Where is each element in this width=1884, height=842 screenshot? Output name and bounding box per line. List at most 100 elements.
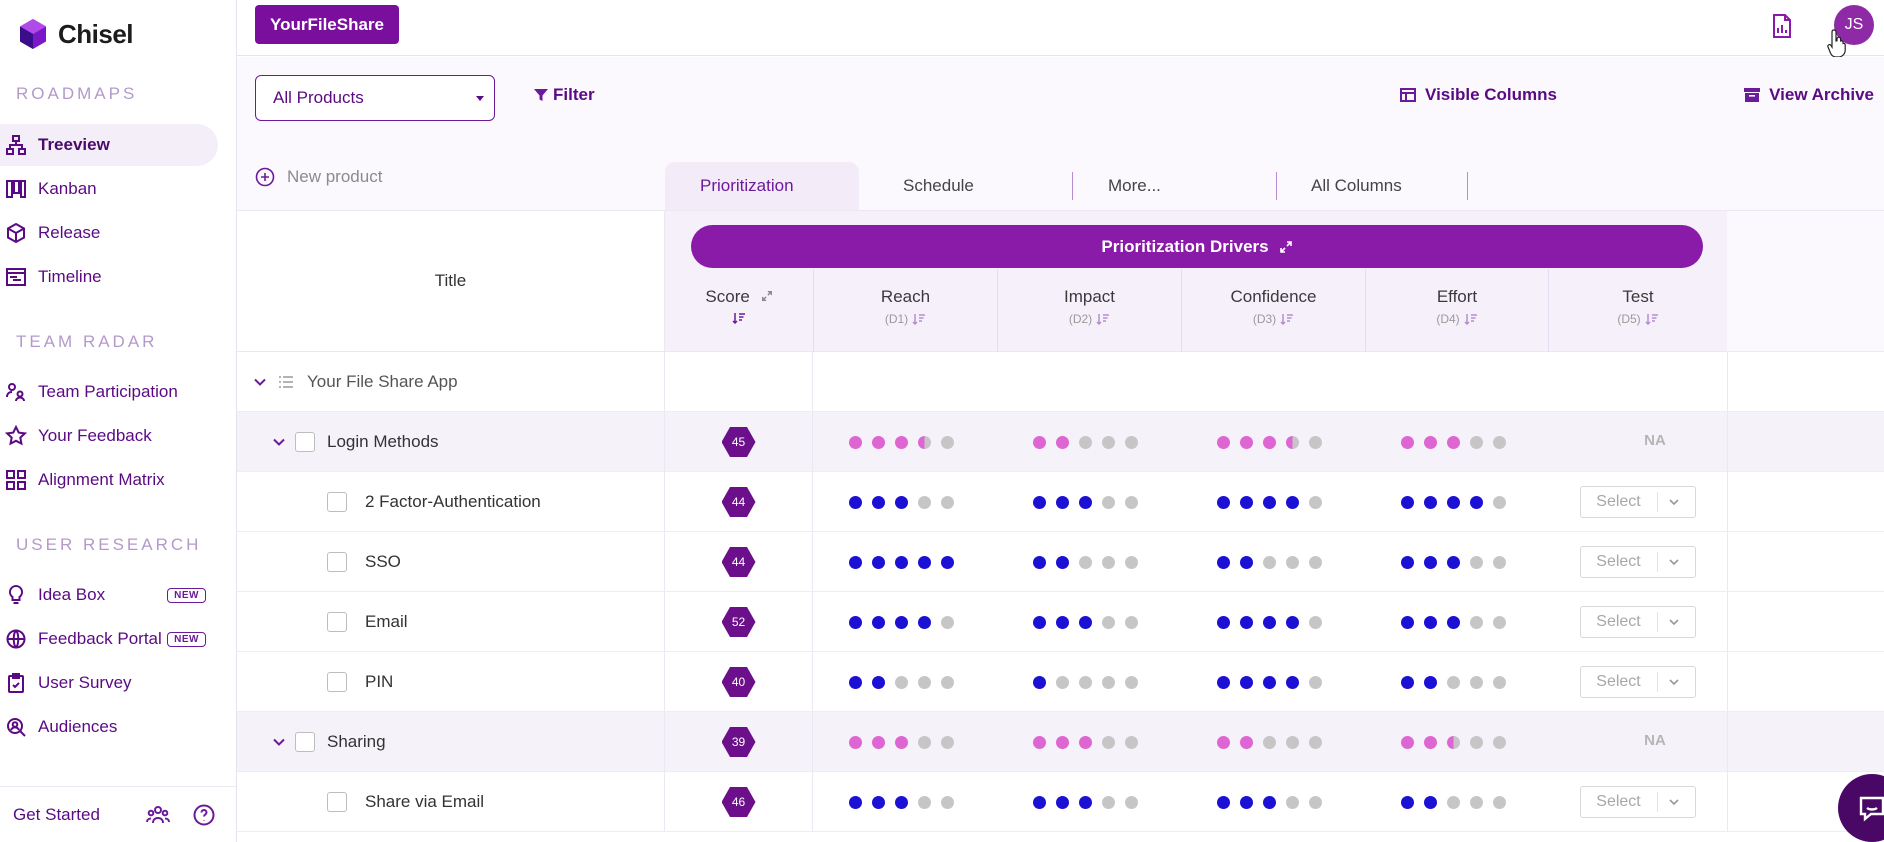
confidence-rating[interactable] <box>1217 676 1322 689</box>
row-title[interactable]: Share via Email <box>365 792 484 812</box>
confidence-rating[interactable] <box>1217 616 1322 629</box>
effort-rating[interactable] <box>1401 736 1506 749</box>
sort-icon[interactable] <box>1645 313 1659 325</box>
reach-rating[interactable] <box>849 796 954 809</box>
impact-rating[interactable] <box>1033 556 1138 569</box>
row-title[interactable]: SSO <box>365 552 401 572</box>
sidebar-item-idea-box[interactable]: Idea Box NEW <box>0 574 218 616</box>
reach-rating[interactable] <box>849 436 954 449</box>
prioritization-drivers-bar[interactable]: Prioritization Drivers <box>691 225 1703 268</box>
sort-icon[interactable] <box>665 312 813 324</box>
sidebar-item-feedback-portal[interactable]: Feedback Portal NEW <box>0 618 218 660</box>
sort-icon[interactable] <box>1280 313 1294 325</box>
report-icon[interactable] <box>1768 12 1796 40</box>
effort-rating[interactable] <box>1401 436 1506 449</box>
visible-columns-button[interactable]: Visible Columns <box>1399 85 1557 105</box>
sidebar-item-user-survey[interactable]: User Survey <box>0 662 218 704</box>
sort-icon[interactable] <box>1464 313 1478 325</box>
reach-rating[interactable] <box>849 496 954 509</box>
chevron-down-icon[interactable] <box>253 375 267 389</box>
row-title[interactable]: Sharing <box>327 732 386 752</box>
sidebar-item-timeline[interactable]: Timeline <box>0 256 218 298</box>
column-name: Effort <box>1436 287 1478 306</box>
reach-rating[interactable] <box>849 616 954 629</box>
impact-rating[interactable] <box>1033 676 1138 689</box>
sidebar-item-treeview[interactable]: Treeview <box>0 124 218 166</box>
effort-rating[interactable] <box>1401 616 1506 629</box>
product-select[interactable]: All Products <box>255 75 495 121</box>
sidebar-item-alignment-matrix[interactable]: Alignment Matrix <box>0 459 218 501</box>
row-checkbox[interactable] <box>327 792 347 812</box>
test-column-header[interactable]: Test (D5) <box>1548 269 1727 352</box>
row-title[interactable]: 2 Factor-Authentication <box>365 492 541 512</box>
section-title-user-research: USER RESEARCH <box>16 535 202 554</box>
reach-column-header[interactable]: Reach (D1) <box>813 269 997 352</box>
row-checkbox[interactable] <box>327 552 347 572</box>
new-product-button[interactable]: New product <box>255 167 382 187</box>
impact-rating[interactable] <box>1033 436 1138 449</box>
confidence-column-header[interactable]: Confidence (D3) <box>1181 269 1365 352</box>
impact-rating[interactable] <box>1033 616 1138 629</box>
rating-dot <box>1401 436 1414 449</box>
get-started-link[interactable]: Get Started <box>13 805 100 825</box>
row-checkbox[interactable] <box>295 732 315 752</box>
community-icon[interactable] <box>146 803 170 827</box>
logo[interactable]: Chisel <box>16 16 134 52</box>
row-title[interactable]: Login Methods <box>327 432 439 452</box>
impact-rating[interactable] <box>1033 496 1138 509</box>
view-archive-button[interactable]: View Archive <box>1743 85 1874 105</box>
confidence-rating[interactable] <box>1217 436 1322 449</box>
row-checkbox[interactable] <box>295 432 315 452</box>
test-select[interactable]: Select <box>1580 666 1696 698</box>
row-title[interactable]: Email <box>365 612 408 632</box>
row-checkbox[interactable] <box>327 492 347 512</box>
effort-rating[interactable] <box>1401 796 1506 809</box>
sidebar-item-kanban[interactable]: Kanban <box>0 168 218 210</box>
test-select[interactable]: Select <box>1580 546 1696 578</box>
effort-rating[interactable] <box>1401 496 1506 509</box>
row-checkbox[interactable] <box>327 672 347 692</box>
workspace-button[interactable]: YourFileShare <box>255 5 399 44</box>
tab-all-columns[interactable]: All Columns <box>1277 162 1467 210</box>
effort-rating[interactable] <box>1401 556 1506 569</box>
view-tabs: Prioritization Schedule More... All Colu… <box>665 162 1468 210</box>
sidebar-item-team-participation[interactable]: Team Participation <box>0 371 218 413</box>
sort-icon[interactable] <box>912 313 926 325</box>
impact-rating[interactable] <box>1033 796 1138 809</box>
sidebar-item-audiences[interactable]: Audiences <box>0 706 218 748</box>
chevron-down-icon[interactable] <box>272 735 286 749</box>
reach-rating[interactable] <box>849 556 954 569</box>
filter-button[interactable]: Filter <box>533 85 595 105</box>
impact-column-header[interactable]: Impact (D2) <box>997 269 1181 352</box>
rating-dot <box>1286 556 1299 569</box>
chevron-down-icon[interactable] <box>272 435 286 449</box>
tab-schedule[interactable]: Schedule <box>859 162 1072 210</box>
reach-rating[interactable] <box>849 676 954 689</box>
confidence-rating[interactable] <box>1217 736 1322 749</box>
sidebar-item-your-feedback[interactable]: Your Feedback <box>0 415 218 457</box>
view-archive-label: View Archive <box>1769 85 1874 104</box>
row-title[interactable]: PIN <box>365 672 393 692</box>
rating-dot <box>1263 616 1276 629</box>
confidence-rating[interactable] <box>1217 796 1322 809</box>
rating-dot <box>849 736 862 749</box>
effort-column-header[interactable]: Effort (D4) <box>1365 269 1548 352</box>
rating-dot <box>872 496 885 509</box>
effort-rating[interactable] <box>1401 676 1506 689</box>
impact-rating[interactable] <box>1033 736 1138 749</box>
sort-icon[interactable] <box>1096 313 1110 325</box>
tab-more[interactable]: More... <box>1073 162 1276 210</box>
test-select[interactable]: Select <box>1580 786 1696 818</box>
reach-rating[interactable] <box>849 736 954 749</box>
confidence-rating[interactable] <box>1217 556 1322 569</box>
tab-prioritization[interactable]: Prioritization <box>665 162 859 210</box>
test-select[interactable]: Select <box>1580 606 1696 638</box>
score-column-header[interactable]: Score <box>665 269 813 352</box>
filter-label: Filter <box>553 85 595 104</box>
help-icon[interactable] <box>192 803 216 827</box>
app-root: Chisel ROADMAPS Treeview Kanban Release <box>0 0 1884 842</box>
row-checkbox[interactable] <box>327 612 347 632</box>
sidebar-item-release[interactable]: Release <box>0 212 218 254</box>
confidence-rating[interactable] <box>1217 496 1322 509</box>
test-select[interactable]: Select <box>1580 486 1696 518</box>
